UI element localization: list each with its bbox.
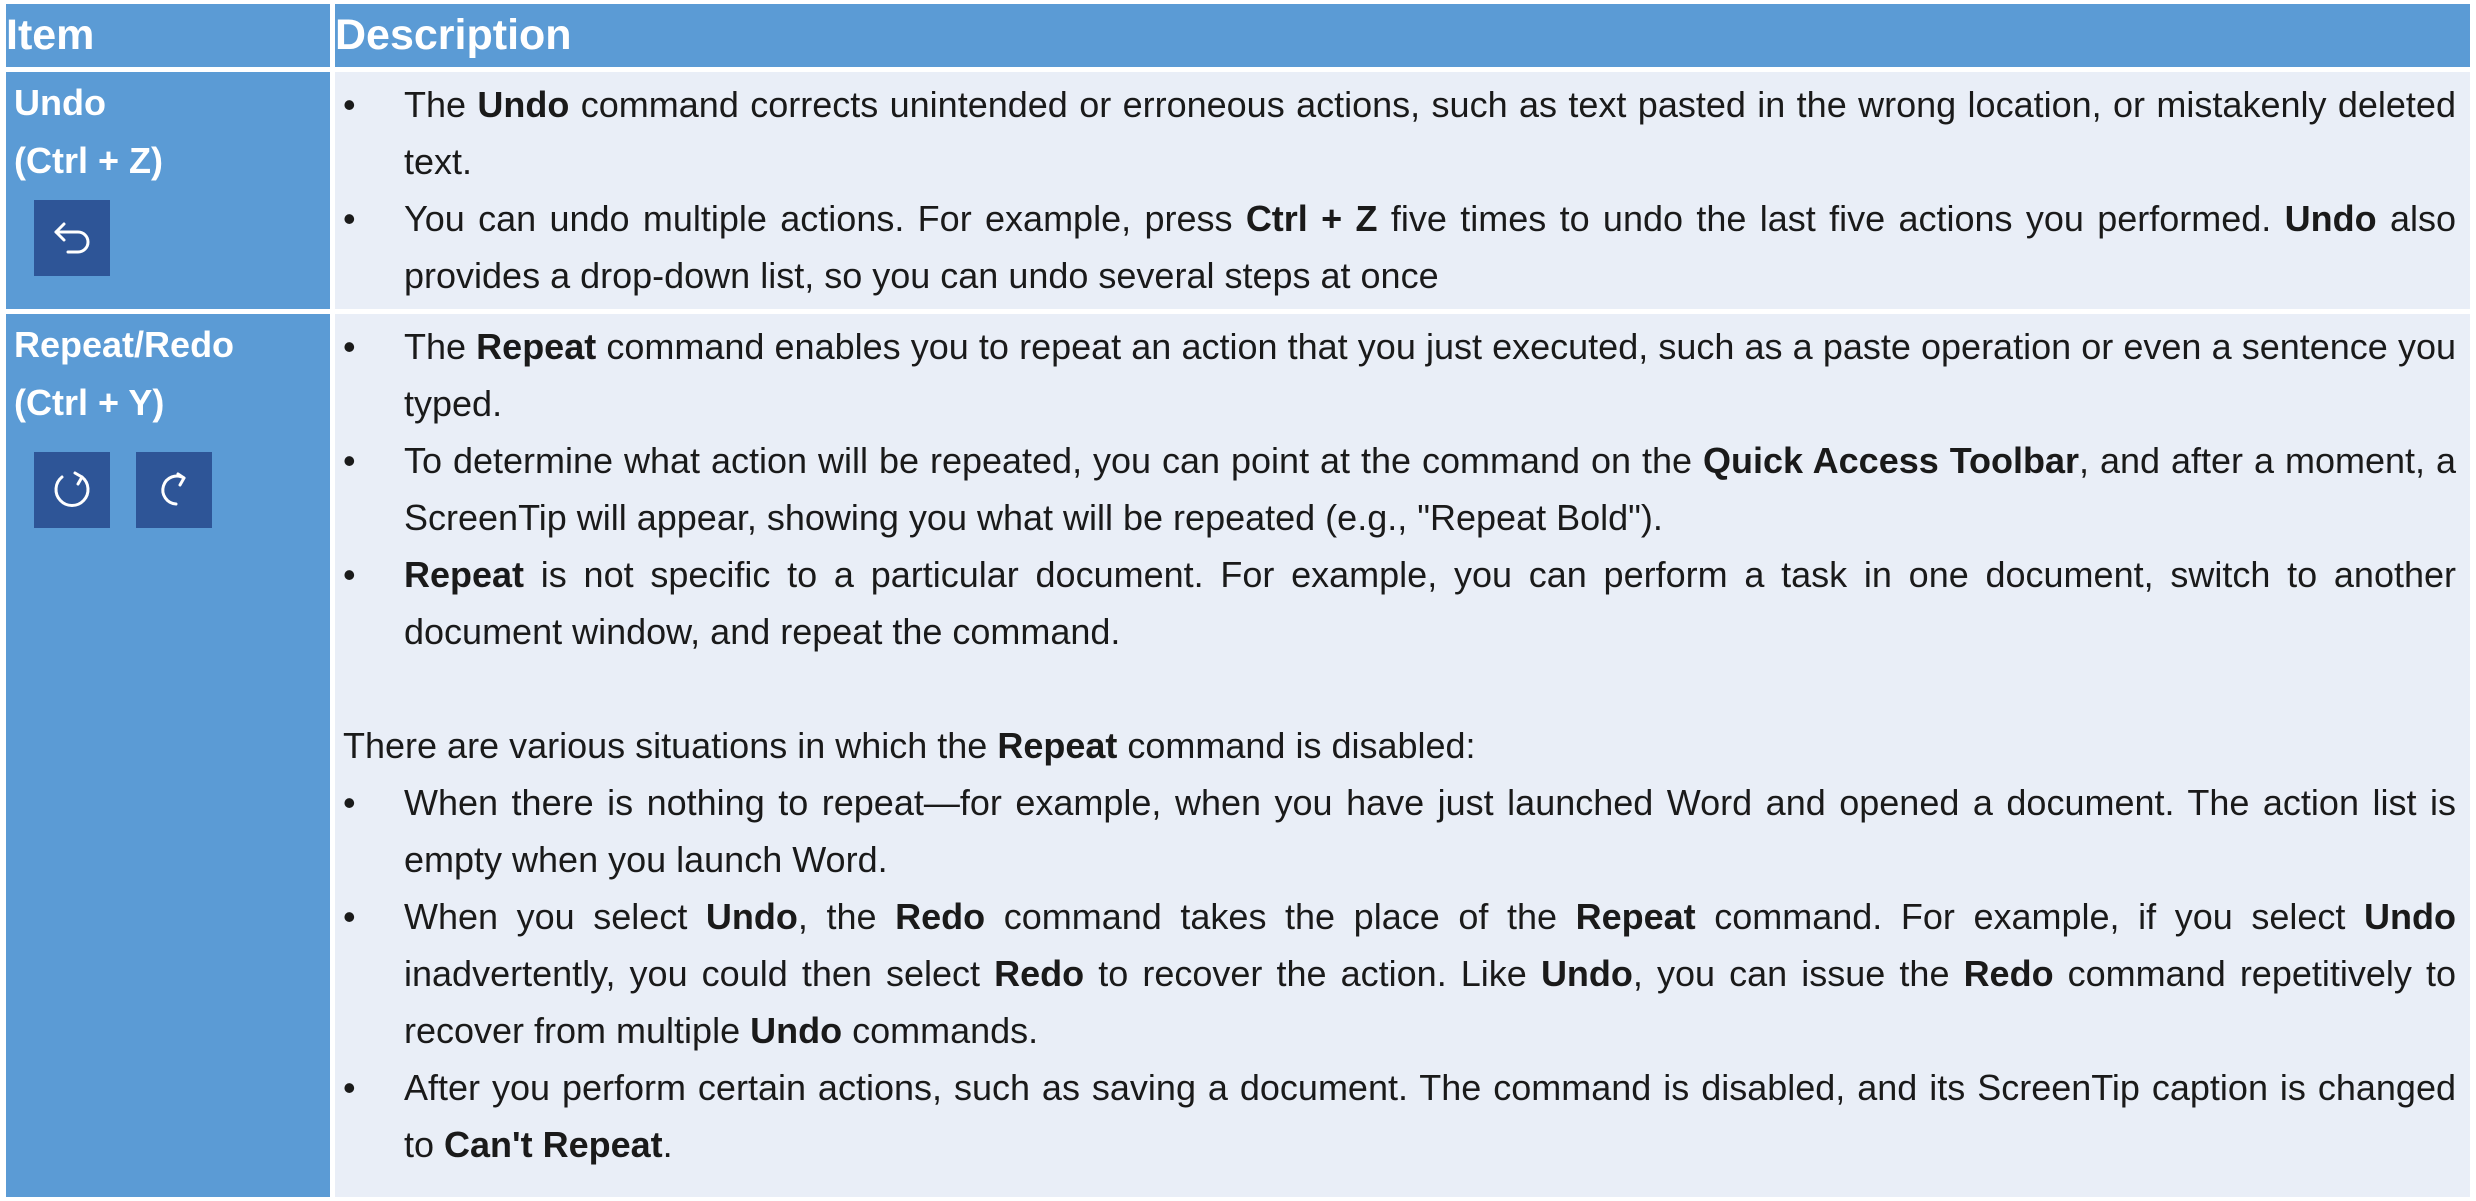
bold-text: Repeat — [476, 326, 597, 367]
bold-text: Repeat — [997, 725, 1118, 766]
header-description: Description — [335, 4, 2470, 72]
desc-cell-undo: The Undo command corrects unintended or … — [335, 72, 2470, 314]
text-run: There are various situations in which th… — [343, 725, 998, 766]
list-item: You can undo multiple actions. For examp… — [343, 190, 2456, 304]
desc-cell-repeat: The Repeat command enables you to repeat… — [335, 314, 2470, 1197]
header-item: Item — [6, 4, 335, 72]
bold-text: Undo — [750, 1010, 843, 1051]
text-run: command corrects unintended or erroneous… — [404, 84, 2456, 182]
list-item: The Undo command corrects unintended or … — [343, 76, 2456, 190]
text-run: To determine what action will be repeate… — [404, 440, 1704, 481]
list-item: When you select Undo, the Redo command t… — [343, 888, 2456, 1059]
text-run: You can undo multiple actions. For examp… — [404, 198, 1246, 239]
item-cell-repeat: Repeat/Redo (Ctrl + Y) — [6, 314, 335, 1197]
list-item: When there is nothing to repeat—for exam… — [343, 774, 2456, 888]
text-run: After you perform certain actions, such … — [404, 1067, 2456, 1165]
text-run: to recover the action. Like — [1084, 953, 1541, 994]
commands-table: Item Description Undo (Ctrl + Z) The — [6, 4, 2470, 1197]
repeat-bullet-list: The Repeat command enables you to repeat… — [343, 318, 2456, 660]
table-header-row: Item Description — [6, 4, 2470, 72]
table-row-undo: Undo (Ctrl + Z) The Undo command correct… — [6, 72, 2470, 314]
bold-text: Undo — [705, 896, 798, 937]
repeat-title: Repeat/Redo — [14, 324, 235, 365]
undo-bullet-list: The Undo command corrects unintended or … — [343, 76, 2456, 304]
undo-shortcut: (Ctrl + Z) — [14, 140, 163, 181]
text-run: When there is nothing to repeat—for exam… — [404, 782, 2456, 880]
bold-text: Undo — [477, 84, 570, 125]
item-cell-undo: Undo (Ctrl + Z) — [6, 72, 335, 314]
bold-text: Quick Access Toolbar — [1703, 440, 2080, 481]
list-item: To determine what action will be repeate… — [343, 432, 2456, 546]
text-run: , the — [797, 896, 896, 937]
text-run: The — [404, 326, 477, 367]
text-run: command enables you to repeat an action … — [404, 326, 2456, 424]
list-item: After you perform certain actions, such … — [343, 1059, 2456, 1173]
bold-text: Ctrl + Z — [1245, 198, 1378, 239]
text-run: command takes the place of the — [985, 896, 1576, 937]
repeat-disabled-list: When there is nothing to repeat—for exam… — [343, 774, 2456, 1173]
undo-title: Undo — [14, 82, 106, 123]
bold-text: Repeat — [404, 554, 525, 595]
bold-text: Undo — [2364, 896, 2456, 937]
list-item: Repeat is not specific to a particular d… — [343, 546, 2456, 660]
text-run: five times to undo the last five actions… — [1377, 198, 2285, 239]
text-run: is not specific to a particular document… — [404, 554, 2456, 652]
bold-text: Undo — [1540, 953, 1633, 994]
text-run: When you select — [404, 896, 706, 937]
text-run: command is disabled: — [1117, 725, 1476, 766]
bold-text: Redo — [895, 896, 986, 937]
text-run: inadvertently, you could then select — [404, 953, 995, 994]
text-run: The — [404, 84, 478, 125]
table-row-repeat: Repeat/Redo (Ctrl + Y) • The Repeat comm… — [6, 314, 2470, 1197]
undo-icon[interactable] — [34, 200, 110, 276]
text-run: command. For example, if you select — [1695, 896, 2365, 937]
bold-text: Redo — [1963, 953, 2054, 994]
bold-text: Repeat — [1575, 896, 1696, 937]
bold-text: Can't Repeat — [444, 1124, 663, 1165]
redo-icon[interactable] — [136, 452, 212, 528]
repeat-icon[interactable] — [34, 452, 110, 528]
list-item: The Repeat command enables you to repeat… — [343, 318, 2456, 432]
repeat-disabled-intro: There are various situations in which th… — [343, 717, 2456, 774]
text-run: . — [662, 1124, 673, 1165]
repeat-shortcut: (Ctrl + Y) — [14, 382, 165, 423]
text-run: commands. — [842, 1010, 1039, 1051]
text-run: , you can issue the — [1632, 953, 1964, 994]
bold-text: Redo — [994, 953, 1085, 994]
bold-text: Undo — [2284, 198, 2377, 239]
